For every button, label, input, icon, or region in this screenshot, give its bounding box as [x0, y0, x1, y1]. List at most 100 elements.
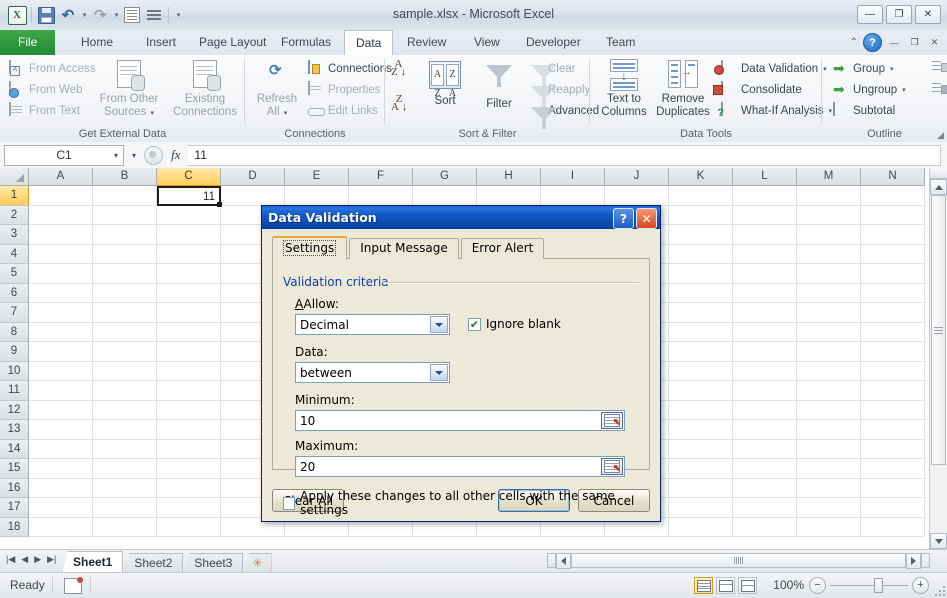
cell-K9[interactable]	[669, 342, 733, 362]
minimum-range-selector-icon[interactable]: ⬉	[601, 412, 623, 429]
cell-B7[interactable]	[93, 303, 157, 323]
cell-K10[interactable]	[669, 361, 733, 381]
cell-L15[interactable]	[733, 459, 797, 479]
restore-workbook-button[interactable]: ❐	[907, 36, 922, 49]
cell-A8[interactable]	[29, 322, 93, 342]
from-other-sources-button[interactable]: From Other Sources ▾	[96, 59, 162, 120]
column-header-D[interactable]: D	[221, 168, 285, 186]
cell-F1[interactable]	[349, 186, 413, 206]
column-header-G[interactable]: G	[413, 168, 477, 186]
column-header-M[interactable]: M	[797, 168, 861, 186]
cell-A4[interactable]	[29, 244, 93, 264]
cell-C13[interactable]	[157, 420, 221, 440]
cell-K16[interactable]	[669, 478, 733, 498]
edit-links-button[interactable]: Edit Links	[305, 100, 395, 121]
formula-bar-expand-icon[interactable]: ▾	[132, 151, 136, 160]
row-header-2[interactable]: 2	[0, 205, 29, 225]
cell-C15[interactable]	[157, 459, 221, 479]
select-all-corner[interactable]	[0, 168, 29, 186]
horizontal-scrollbar[interactable]	[547, 552, 930, 569]
tab-formulas[interactable]: Formulas	[270, 30, 342, 55]
cell-B1[interactable]	[93, 186, 157, 206]
cell-N16[interactable]	[861, 478, 925, 498]
cell-A6[interactable]	[29, 283, 93, 303]
row-header-14[interactable]: 14	[0, 439, 29, 459]
cell-A7[interactable]	[29, 303, 93, 323]
cell-K14[interactable]	[669, 439, 733, 459]
tab-insert[interactable]: Insert	[135, 30, 187, 55]
cell-C16[interactable]	[157, 478, 221, 498]
row-header-5[interactable]: 5	[0, 264, 29, 284]
subtotal-button[interactable]: Subtotal	[830, 100, 909, 121]
page-layout-view-button[interactable]	[716, 577, 735, 594]
cell-A18[interactable]	[29, 517, 93, 537]
outline-dialog-launcher[interactable]: ◢	[932, 129, 944, 141]
cell-K5[interactable]	[669, 264, 733, 284]
cell-M5[interactable]	[797, 264, 861, 284]
cell-M14[interactable]	[797, 439, 861, 459]
cell-B2[interactable]	[93, 205, 157, 225]
cell-N2[interactable]	[861, 205, 925, 225]
cell-K18[interactable]	[669, 517, 733, 537]
cell-M9[interactable]	[797, 342, 861, 362]
cell-A16[interactable]	[29, 478, 93, 498]
sort-button[interactable]: A Z Z A Sort	[421, 61, 469, 108]
cell-K17[interactable]	[669, 498, 733, 518]
ignore-blank-row[interactable]: ✔ Ignore blank	[468, 317, 561, 331]
formula-input[interactable]: 11	[188, 144, 941, 166]
cell-N15[interactable]	[861, 459, 925, 479]
cell-C10[interactable]	[157, 361, 221, 381]
cell-N12[interactable]	[861, 400, 925, 420]
row-header-7[interactable]: 7	[0, 303, 29, 323]
cell-K6[interactable]	[669, 283, 733, 303]
cell-L2[interactable]	[733, 205, 797, 225]
row-header-8[interactable]: 8	[0, 322, 29, 342]
cell-M10[interactable]	[797, 361, 861, 381]
insert-function-icon[interactable]: fx	[171, 147, 180, 163]
horizontal-split-handle[interactable]	[547, 553, 556, 568]
cell-M15[interactable]	[797, 459, 861, 479]
cell-A17[interactable]	[29, 498, 93, 518]
column-header-E[interactable]: E	[285, 168, 349, 186]
cell-A14[interactable]	[29, 439, 93, 459]
scroll-down-button[interactable]	[930, 533, 947, 549]
cell-A9[interactable]	[29, 342, 93, 362]
cell-J1[interactable]	[605, 186, 669, 206]
cell-C4[interactable]	[157, 244, 221, 264]
cell-M18[interactable]	[797, 517, 861, 537]
ungroup-button[interactable]: ➡ Ungroup ▾	[830, 79, 909, 100]
horizontal-scroll-thumb[interactable]	[571, 553, 906, 568]
row-header-3[interactable]: 3	[0, 225, 29, 245]
cell-B3[interactable]	[93, 225, 157, 245]
cell-M11[interactable]	[797, 381, 861, 401]
cell-K12[interactable]	[669, 400, 733, 420]
minimize-workbook-button[interactable]: —	[887, 36, 902, 49]
text-to-columns-button[interactable]: ↓ Text to Columns	[598, 59, 650, 118]
cell-K11[interactable]	[669, 381, 733, 401]
row-header-11[interactable]: 11	[0, 381, 29, 401]
cell-K7[interactable]	[669, 303, 733, 323]
cell-M12[interactable]	[797, 400, 861, 420]
cell-M4[interactable]	[797, 244, 861, 264]
column-header-A[interactable]: A	[29, 168, 93, 186]
column-header-C[interactable]: C	[157, 168, 221, 186]
first-sheet-button[interactable]: |◀	[6, 554, 15, 565]
cell-C5[interactable]	[157, 264, 221, 284]
vertical-scroll-thumb[interactable]	[931, 195, 946, 465]
cell-M8[interactable]	[797, 322, 861, 342]
zoom-thumb[interactable]	[874, 578, 883, 593]
cell-B15[interactable]	[93, 459, 157, 479]
consolidate-button[interactable]: Consolidate	[718, 79, 835, 100]
tab-developer[interactable]: Developer	[515, 30, 592, 55]
cell-M3[interactable]	[797, 225, 861, 245]
cell-L12[interactable]	[733, 400, 797, 420]
vertical-scrollbar[interactable]	[929, 168, 947, 549]
prev-sheet-button[interactable]: ◀	[21, 554, 28, 565]
row-header-9[interactable]: 9	[0, 342, 29, 362]
dialog-title-bar[interactable]: Data Validation ? ✕	[262, 206, 660, 229]
last-sheet-button[interactable]: ▶|	[47, 554, 56, 565]
row-header-1[interactable]: 1	[0, 186, 29, 206]
cell-G1[interactable]	[413, 186, 477, 206]
cell-K1[interactable]	[669, 186, 733, 206]
cell-C8[interactable]	[157, 322, 221, 342]
